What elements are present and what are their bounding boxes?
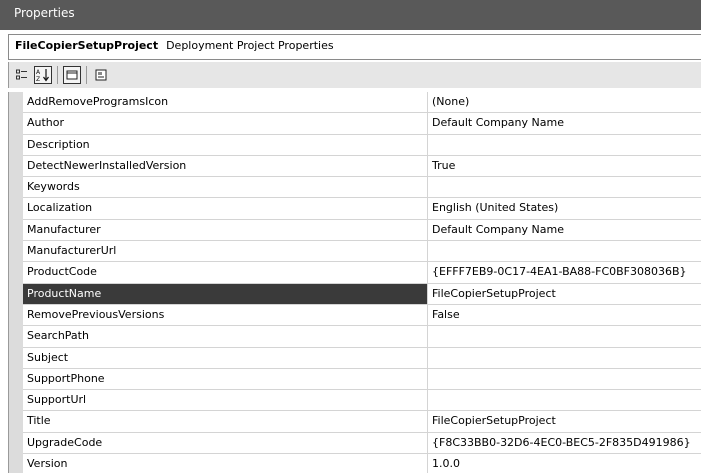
property-row[interactable]: AddRemoveProgramsIcon (None) bbox=[23, 92, 701, 114]
properties-icon bbox=[66, 70, 78, 80]
property-name[interactable]: DetectNewerInstalledVersion bbox=[23, 155, 428, 177]
property-row[interactable]: RemovePreviousVersions False bbox=[23, 304, 701, 327]
property-value[interactable] bbox=[428, 326, 701, 346]
property-value[interactable] bbox=[428, 135, 701, 155]
property-name[interactable]: ProductName bbox=[23, 283, 428, 304]
property-value[interactable]: True bbox=[428, 156, 701, 176]
property-rows: AddRemoveProgramsIcon (None) Author Default… bbox=[23, 92, 701, 473]
property-name[interactable]: SearchPath bbox=[23, 326, 428, 347]
property-row[interactable]: Keywords bbox=[23, 177, 701, 199]
property-row[interactable]: Version 1.0.0 bbox=[23, 454, 701, 473]
property-value[interactable]: FileCopierSetupProject bbox=[428, 284, 701, 304]
toolbar-separator bbox=[86, 66, 87, 84]
categorized-button[interactable] bbox=[13, 66, 31, 84]
property-row[interactable]: Localization English (United States) bbox=[23, 198, 701, 220]
properties-window-title: Properties bbox=[0, 0, 701, 30]
property-name[interactable]: AddRemoveProgramsIcon bbox=[23, 92, 428, 113]
property-name[interactable]: Description bbox=[23, 134, 428, 155]
property-row[interactable]: ProductCode {EFFF7EB9-0C17-4EA1-BA88-FC0B… bbox=[23, 262, 701, 284]
grid-left-margin bbox=[9, 92, 23, 473]
properties-button[interactable] bbox=[63, 66, 81, 84]
property-name[interactable]: Version bbox=[23, 454, 428, 473]
property-value[interactable]: FileCopierSetupProject bbox=[428, 411, 701, 431]
property-row[interactable]: UpgradeCode {F8C33BB0-32D6-4EC0-BEC5-2F83… bbox=[23, 432, 701, 455]
property-value[interactable] bbox=[428, 348, 701, 368]
property-value[interactable]: {EFFF7EB9-0C17-4EA1-BA88-FC0BF308036B} bbox=[428, 262, 701, 282]
property-name[interactable]: Keywords bbox=[23, 177, 428, 198]
property-name[interactable]: SupportPhone bbox=[23, 368, 428, 390]
property-value[interactable]: (None) bbox=[428, 92, 701, 112]
properties-toolbar: A Z bbox=[8, 62, 701, 88]
property-value[interactable] bbox=[428, 241, 701, 261]
property-name[interactable]: ManufacturerUrl bbox=[23, 241, 428, 262]
alphabetical-button[interactable]: A Z bbox=[34, 66, 52, 84]
categorized-icon bbox=[16, 69, 27, 80]
property-value[interactable]: Default Company Name bbox=[428, 220, 701, 240]
property-name[interactable]: SupportUrl bbox=[23, 390, 428, 411]
property-grid: AddRemoveProgramsIcon (None) Author Default… bbox=[8, 92, 701, 473]
property-name[interactable]: Localization bbox=[23, 198, 428, 219]
property-value[interactable]: 1.0.0 bbox=[428, 454, 701, 473]
property-row[interactable]: Author Default Company Name bbox=[23, 113, 701, 135]
property-value[interactable]: {F8C33BB0-32D6-4EC0-BEC5-2F835D491986} bbox=[428, 433, 701, 453]
alphabetical-icon: A Z bbox=[36, 69, 49, 82]
property-row[interactable]: Title FileCopierSetupProject bbox=[23, 411, 701, 433]
property-value[interactable]: False bbox=[428, 305, 701, 325]
object-type: Deployment Project Properties bbox=[166, 39, 334, 52]
property-row[interactable]: Subject bbox=[23, 347, 701, 369]
object-name: FileCopierSetupProject bbox=[15, 39, 159, 52]
property-name[interactable]: Author bbox=[23, 113, 428, 134]
property-value[interactable] bbox=[428, 177, 701, 197]
toolbar-separator bbox=[57, 66, 58, 84]
property-name[interactable]: Manufacturer bbox=[23, 219, 428, 241]
property-row[interactable]: Description bbox=[23, 134, 701, 156]
svg-text:Z: Z bbox=[36, 76, 40, 82]
property-pages-icon bbox=[95, 69, 107, 81]
property-name[interactable]: ProductCode bbox=[23, 262, 428, 283]
property-name[interactable]: UpgradeCode bbox=[23, 432, 428, 454]
property-name[interactable]: Subject bbox=[23, 347, 428, 368]
property-value[interactable]: Default Company Name bbox=[428, 113, 701, 133]
property-value[interactable] bbox=[428, 369, 701, 389]
property-row[interactable]: ManufacturerUrl bbox=[23, 241, 701, 263]
property-name[interactable]: Title bbox=[23, 411, 428, 432]
property-row[interactable]: Manufacturer Default Company Name bbox=[23, 219, 701, 242]
property-row[interactable]: SearchPath bbox=[23, 326, 701, 348]
property-row[interactable]: DetectNewerInstalledVersion True bbox=[23, 155, 701, 178]
property-name[interactable]: RemovePreviousVersions bbox=[23, 304, 428, 326]
object-selector[interactable]: FileCopierSetupProject Deployment Project… bbox=[8, 34, 701, 60]
svg-text:A: A bbox=[36, 69, 41, 76]
property-pages-button[interactable] bbox=[92, 66, 110, 84]
property-row[interactable]: SupportUrl bbox=[23, 390, 701, 412]
property-value[interactable] bbox=[428, 390, 701, 410]
property-row[interactable]: ProductName FileCopierSetupProject bbox=[23, 283, 701, 305]
property-row[interactable]: SupportPhone bbox=[23, 368, 701, 391]
property-value[interactable]: English (United States) bbox=[428, 198, 701, 218]
